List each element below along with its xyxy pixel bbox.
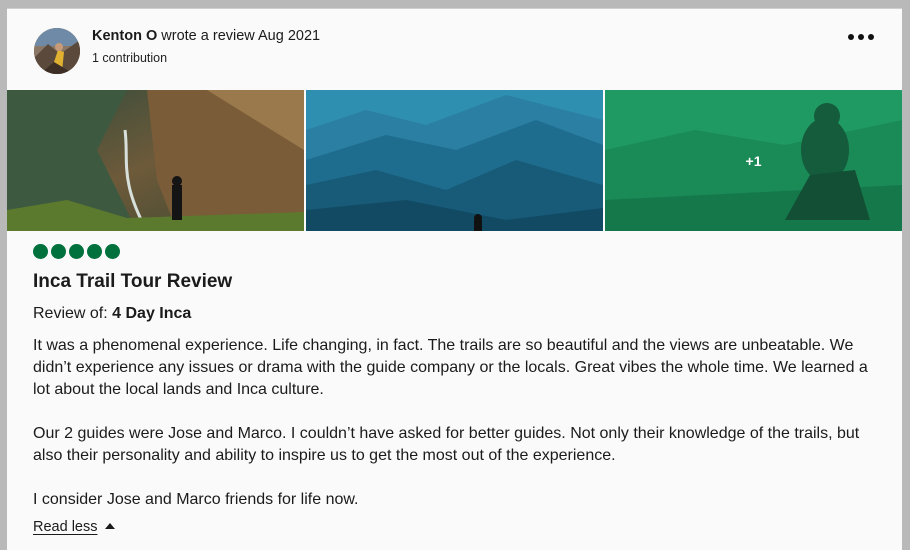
review-photo-3[interactable]: +1 bbox=[605, 90, 902, 231]
review-paragraph: It was a phenomenal experience. Life cha… bbox=[33, 337, 868, 398]
review-action: wrote a review bbox=[161, 28, 255, 44]
rating-bubble-icon bbox=[33, 244, 48, 259]
more-options-icon[interactable] bbox=[848, 29, 874, 45]
caret-up-icon bbox=[105, 523, 116, 529]
more-dot bbox=[858, 34, 864, 40]
review-of-label: Review of: bbox=[33, 305, 108, 322]
read-less-label: Read less bbox=[33, 519, 98, 535]
author-line: Kenton O wrote a review Aug 2021 bbox=[92, 28, 320, 44]
rating-bubble-icon bbox=[105, 244, 120, 259]
more-dot bbox=[848, 34, 854, 40]
rating-bubbles bbox=[33, 244, 120, 259]
read-less-button[interactable]: Read less bbox=[33, 519, 116, 535]
review-title: Inca Trail Tour Review bbox=[33, 271, 233, 292]
contribution-count: 1 contribution bbox=[92, 51, 168, 65]
review-card: Kenton O wrote a review Aug 2021 1 contr… bbox=[7, 8, 902, 550]
more-dot bbox=[868, 34, 874, 40]
review-date: Aug 2021 bbox=[258, 28, 321, 44]
rating-bubble-icon bbox=[87, 244, 102, 259]
review-photos: +1 bbox=[7, 90, 902, 231]
review-paragraph: I consider Jose and Marco friends for li… bbox=[33, 491, 359, 508]
review-of-product[interactable]: 4 Day Inca bbox=[112, 305, 191, 322]
author-name[interactable]: Kenton O bbox=[92, 28, 157, 44]
review-paragraph: Our 2 guides were Jose and Marco. I coul… bbox=[33, 425, 860, 464]
review-photo-1[interactable] bbox=[7, 90, 304, 231]
avatar[interactable] bbox=[34, 28, 80, 74]
review-header: Kenton O wrote a review Aug 2021 1 contr… bbox=[7, 9, 902, 89]
review-photo-2[interactable] bbox=[306, 90, 603, 231]
review-of: Review of: 4 Day Inca bbox=[33, 305, 191, 323]
rating-bubble-icon bbox=[51, 244, 66, 259]
review-body: It was a phenomenal experience. Life cha… bbox=[33, 335, 888, 533]
rating-bubble-icon bbox=[69, 244, 84, 259]
